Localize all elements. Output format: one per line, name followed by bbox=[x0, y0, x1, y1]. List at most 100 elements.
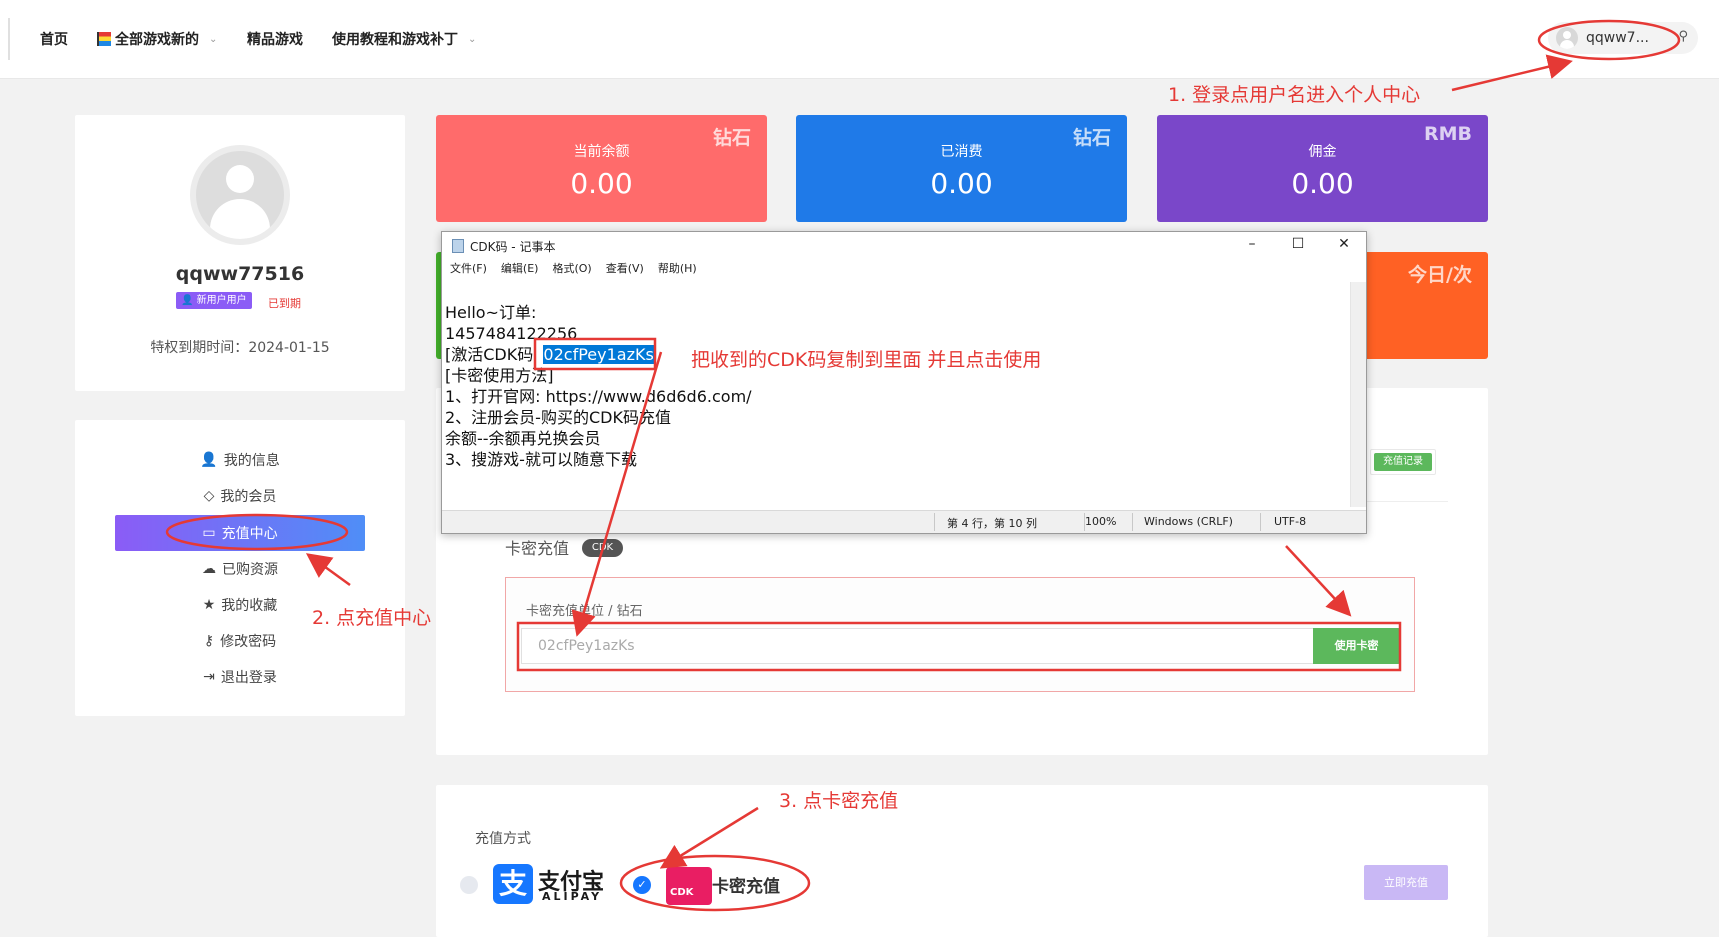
alipay-radio[interactable] bbox=[460, 876, 478, 894]
nav-tutorials-label: 使用教程和游戏补丁 bbox=[332, 32, 458, 48]
menu-purchased[interactable]: ☁ 已购资源 bbox=[115, 551, 365, 587]
menu-help[interactable]: 帮助(H) bbox=[658, 260, 697, 280]
profile-card: qqww77516 👤 新用户用户 已到期 特权到期时间：2024-01-15 bbox=[75, 115, 405, 391]
payment-method-label: 充值方式 bbox=[475, 831, 531, 847]
chevron-down-icon: ⌄ bbox=[209, 33, 218, 45]
menu-label: 我的收藏 bbox=[221, 598, 278, 614]
menu-label: 已购资源 bbox=[222, 562, 278, 578]
avatar bbox=[190, 145, 290, 245]
text-line: 3、搜游戏-就可以随意下载 bbox=[445, 450, 637, 469]
diamond-icon: ◇ bbox=[203, 488, 215, 504]
step2-annotation: 2. 点充值中心 bbox=[312, 607, 432, 629]
notepad-menubar: 文件(F) 编辑(E) 格式(O) 查看(V) 帮助(H) bbox=[442, 260, 1366, 280]
payment-panel bbox=[436, 785, 1488, 937]
text-line: 2、注册会员-购买的CDK码充值 bbox=[445, 408, 671, 427]
text-line: 1457484122256 bbox=[445, 324, 578, 343]
menu-label: 充值中心 bbox=[221, 526, 278, 542]
recharge-record-button[interactable]: 充值记录 bbox=[1370, 449, 1436, 475]
menu-label: 修改密码 bbox=[220, 634, 277, 650]
user-level-label: 新用户用户 bbox=[196, 295, 247, 306]
stat-value: 0.00 bbox=[570, 167, 633, 200]
step3-annotation: 3. 点卡密充值 bbox=[779, 790, 899, 812]
avatar-icon bbox=[1556, 27, 1578, 49]
selected-cdk-code: 02cfPey1azKs bbox=[543, 345, 654, 364]
status-eol: Windows (CRLF) bbox=[1144, 515, 1233, 528]
cdk-recharge-label[interactable]: 卡密充值 bbox=[712, 872, 780, 897]
menu-label: 退出登录 bbox=[220, 670, 277, 686]
menu-label: 我的信息 bbox=[223, 453, 280, 469]
status-position: 第 4 行，第 10 列 bbox=[947, 517, 1037, 530]
minimize-icon[interactable]: – bbox=[1242, 236, 1262, 252]
expire-date: 2024-01-15 bbox=[248, 340, 330, 356]
text-line: 1、打开官网: https://www.d6d6d6.com/ bbox=[445, 387, 752, 406]
star-icon: ★ bbox=[202, 597, 216, 613]
expired-status: 已到期 bbox=[268, 297, 301, 310]
step1-annotation: 1. 登录点用户名进入个人中心 bbox=[1168, 84, 1421, 106]
menu-logout[interactable]: ⇥ 退出登录 bbox=[115, 659, 365, 695]
text-line: 余额--余额再兑换会员 bbox=[445, 429, 601, 448]
search-icon[interactable]: ⚲ bbox=[1678, 29, 1688, 44]
stat-label: 当前余额 bbox=[573, 144, 630, 160]
stat-label: 已消费 bbox=[940, 144, 983, 160]
close-icon[interactable]: ✕ bbox=[1334, 236, 1354, 252]
nav-home[interactable]: 首页 bbox=[40, 29, 68, 49]
username-label: qqww7... bbox=[1586, 30, 1649, 46]
menu-format[interactable]: 格式(O) bbox=[552, 260, 591, 280]
text-prefix: [激活CDK码 bbox=[445, 345, 544, 364]
profile-username: qqww77516 bbox=[175, 263, 305, 285]
alipay-en-label: ALIPAY bbox=[542, 890, 603, 903]
user-menu-button[interactable]: qqww7... ⚲ bbox=[1548, 22, 1698, 54]
nav-featured-label: 精品游戏 bbox=[247, 32, 303, 48]
stat-unit: 今日/次 bbox=[1408, 264, 1472, 286]
credit-card-icon: ▭ bbox=[202, 525, 216, 541]
user-menu-card: 👤 我的信息 ◇ 我的会员 ▭ 充值中心 ☁ 已购资源 ★ 我的收藏 ⚷ 修改密码 ⇥ 退出登… bbox=[75, 420, 405, 716]
expire-time: 特权到期时间：2024-01-15 bbox=[75, 337, 405, 357]
balance-card: 钻石 当前余额 0.00 bbox=[436, 115, 767, 222]
recharge-now-button[interactable]: 立即充值 bbox=[1364, 865, 1448, 900]
cdk-input[interactable]: 02cfPey1azKs bbox=[521, 628, 1318, 664]
user-level-badge: 👤 新用户用户 bbox=[176, 292, 252, 309]
nav-tutorials[interactable]: 使用教程和游戏补丁 ⌄ bbox=[332, 29, 476, 49]
notepad-text-area[interactable]: Hello~订单: 1457484122256 [激活CDK码 02cfPey1az… bbox=[445, 302, 752, 470]
use-card-button[interactable]: 使用卡密 bbox=[1313, 628, 1400, 664]
card-recharge-box: 卡密充值单位 / 钻石 02cfPey1azKs 使用卡密 bbox=[505, 577, 1415, 692]
maximize-icon[interactable]: ☐ bbox=[1288, 236, 1308, 252]
nav-all-games[interactable]: 全部游戏新的 ⌄ bbox=[97, 29, 217, 49]
cdk-logo-label: CDK bbox=[670, 887, 694, 898]
notepad-window: CDK码 - 记事本 – ☐ ✕ 文件(F) 编辑(E) 格式(O) 查看(V)… bbox=[441, 231, 1367, 534]
menu-my-membership[interactable]: ◇ 我的会员 bbox=[115, 478, 365, 514]
stat-value: 0.00 bbox=[930, 167, 993, 200]
vertical-scrollbar[interactable] bbox=[1350, 282, 1366, 507]
commission-card: RMB 佣金 0.00 bbox=[1157, 115, 1488, 222]
nav-all-games-label: 全部游戏新的 bbox=[115, 32, 199, 48]
top-navbar: 首页 全部游戏新的 ⌄ 精品游戏 使用教程和游戏补丁 ⌄ qqww7... ⚲ bbox=[0, 0, 1719, 79]
notepad-statusbar: 第 4 行，第 10 列 100% Windows (CRLF) UTF-8 bbox=[442, 510, 1366, 533]
menu-my-info[interactable]: 👤 我的信息 bbox=[115, 442, 365, 478]
nav-featured[interactable]: 精品游戏 bbox=[247, 29, 303, 49]
cdk-radio-checked-icon[interactable]: ✓ bbox=[633, 876, 651, 894]
consumed-card: 钻石 已消费 0.00 bbox=[796, 115, 1127, 222]
status-encoding: UTF-8 bbox=[1274, 515, 1307, 528]
menu-edit[interactable]: 编辑(E) bbox=[501, 260, 539, 280]
menu-recharge-center[interactable]: ▭ 充值中心 bbox=[115, 515, 365, 551]
menu-view[interactable]: 查看(V) bbox=[606, 260, 644, 280]
recharge-record-label: 充值记录 bbox=[1374, 453, 1432, 471]
cloud-download-icon: ☁ bbox=[202, 561, 216, 577]
cdk-logo-icon: CDK bbox=[666, 867, 712, 905]
panel-divider bbox=[1364, 501, 1448, 502]
user-icon: 👤 bbox=[200, 452, 218, 468]
text-line: Hello~订单: bbox=[445, 303, 537, 322]
menu-file[interactable]: 文件(F) bbox=[450, 260, 487, 280]
flag-icon bbox=[97, 32, 111, 46]
expire-label: 特权到期时间： bbox=[150, 340, 249, 356]
card-unit-label: 卡密充值单位 / 钻石 bbox=[526, 604, 643, 619]
key-icon: ⚷ bbox=[203, 633, 215, 649]
nav-divider bbox=[8, 18, 10, 60]
copy-hint-annotation: 把收到的CDK码复制到里面 并且点击使用 bbox=[691, 349, 1042, 371]
menu-label: 我的会员 bbox=[220, 489, 277, 505]
notepad-icon bbox=[452, 239, 464, 253]
status-zoom: 100% bbox=[1085, 515, 1117, 528]
stat-label: 佣金 bbox=[1308, 144, 1337, 160]
notepad-titlebar[interactable]: CDK码 - 记事本 bbox=[442, 232, 1366, 260]
logout-icon: ⇥ bbox=[203, 669, 215, 685]
